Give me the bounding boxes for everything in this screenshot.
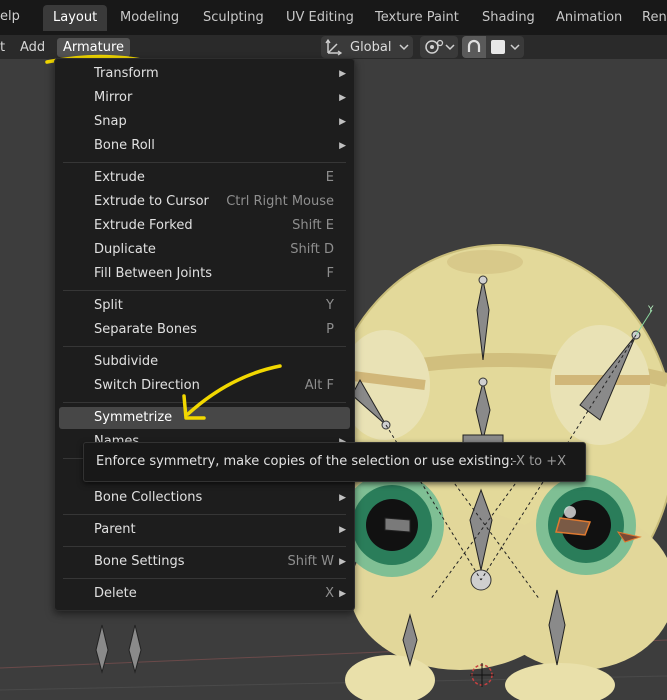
menu-item-extrude-to-cursor[interactable]: Extrude to Cursor Ctrl Right Mouse — [59, 191, 350, 213]
menu-separator — [63, 346, 346, 347]
menu-item-split[interactable]: Split Y — [59, 295, 350, 317]
transform-orientation-dropdown[interactable]: Global — [321, 36, 413, 58]
magnet-icon — [467, 39, 481, 52]
menu-item-snap[interactable]: Snap ▶ — [59, 111, 350, 133]
menu-separator — [63, 290, 346, 291]
help-menu[interactable]: elp — [0, 9, 20, 24]
tooltip-description: Enforce symmetry, make copies of the sel… — [96, 454, 514, 469]
annotation-arrow — [182, 364, 282, 420]
tab-texture-paint[interactable]: Texture Paint — [365, 5, 469, 31]
orientation-icon — [325, 38, 343, 56]
menu-item-transform[interactable]: Transform ▶ — [59, 63, 350, 85]
menu-item-bone-roll[interactable]: Bone Roll ▶ — [59, 135, 350, 157]
menu-separator — [63, 578, 346, 579]
tab-layout[interactable]: Layout — [43, 5, 108, 31]
menu-item-extrude[interactable]: Extrude E — [59, 167, 350, 189]
symmetrize-tooltip: Enforce symmetry, make copies of the sel… — [83, 442, 586, 482]
menu-item-parent[interactable]: Parent ▶ — [59, 519, 350, 541]
menu-item-delete[interactable]: Delete X ▶ — [59, 583, 350, 605]
snap-target-swatch[interactable] — [491, 40, 505, 54]
menu-item-separate-bones[interactable]: Separate Bones P — [59, 319, 350, 341]
chevron-down-icon — [445, 44, 455, 51]
snap-toggle[interactable] — [462, 36, 486, 58]
chevron-down-icon — [399, 44, 410, 51]
svg-text:Y: Y — [647, 305, 654, 315]
menu-item-bone-collections[interactable]: Bone Collections ▶ — [59, 487, 350, 509]
menu-item-fill-between-joints[interactable]: Fill Between Joints F — [59, 263, 350, 285]
orientation-value: Global — [350, 39, 392, 55]
snap-controls — [462, 36, 524, 58]
tab-uv-editing[interactable]: UV Editing — [276, 5, 364, 31]
armature-dropdown-menu: Transform ▶ Mirror ▶ Snap ▶ Bone Roll ▶ Extr… — [54, 58, 355, 611]
menu-item-extrude-forked[interactable]: Extrude Forked Shift E — [59, 215, 350, 237]
menu-separator — [63, 514, 346, 515]
menu-separator — [63, 162, 346, 163]
menu-item-bone-settings[interactable]: Bone Settings Shift W ▶ — [59, 551, 350, 573]
pivot-point-dropdown[interactable] — [420, 36, 458, 58]
pivot-icon — [425, 39, 444, 54]
chevron-down-icon[interactable] — [510, 42, 520, 52]
menu-item-duplicate[interactable]: Duplicate Shift D — [59, 239, 350, 261]
tab-modeling[interactable]: Modeling — [110, 5, 189, 31]
tab-shading[interactable]: Shading — [472, 5, 545, 31]
workspace-bar: elp Layout Modeling Sculpting UV Editing… — [0, 0, 667, 35]
tab-rendering[interactable]: Ren — [632, 5, 667, 31]
tab-sculpting[interactable]: Sculpting — [193, 5, 274, 31]
menu-item-mirror[interactable]: Mirror ▶ — [59, 87, 350, 109]
tab-animation[interactable]: Animation — [546, 5, 632, 31]
menu-separator — [63, 546, 346, 547]
tooltip-option: -X to +X — [512, 454, 567, 469]
object-menu[interactable]: t — [0, 38, 11, 57]
